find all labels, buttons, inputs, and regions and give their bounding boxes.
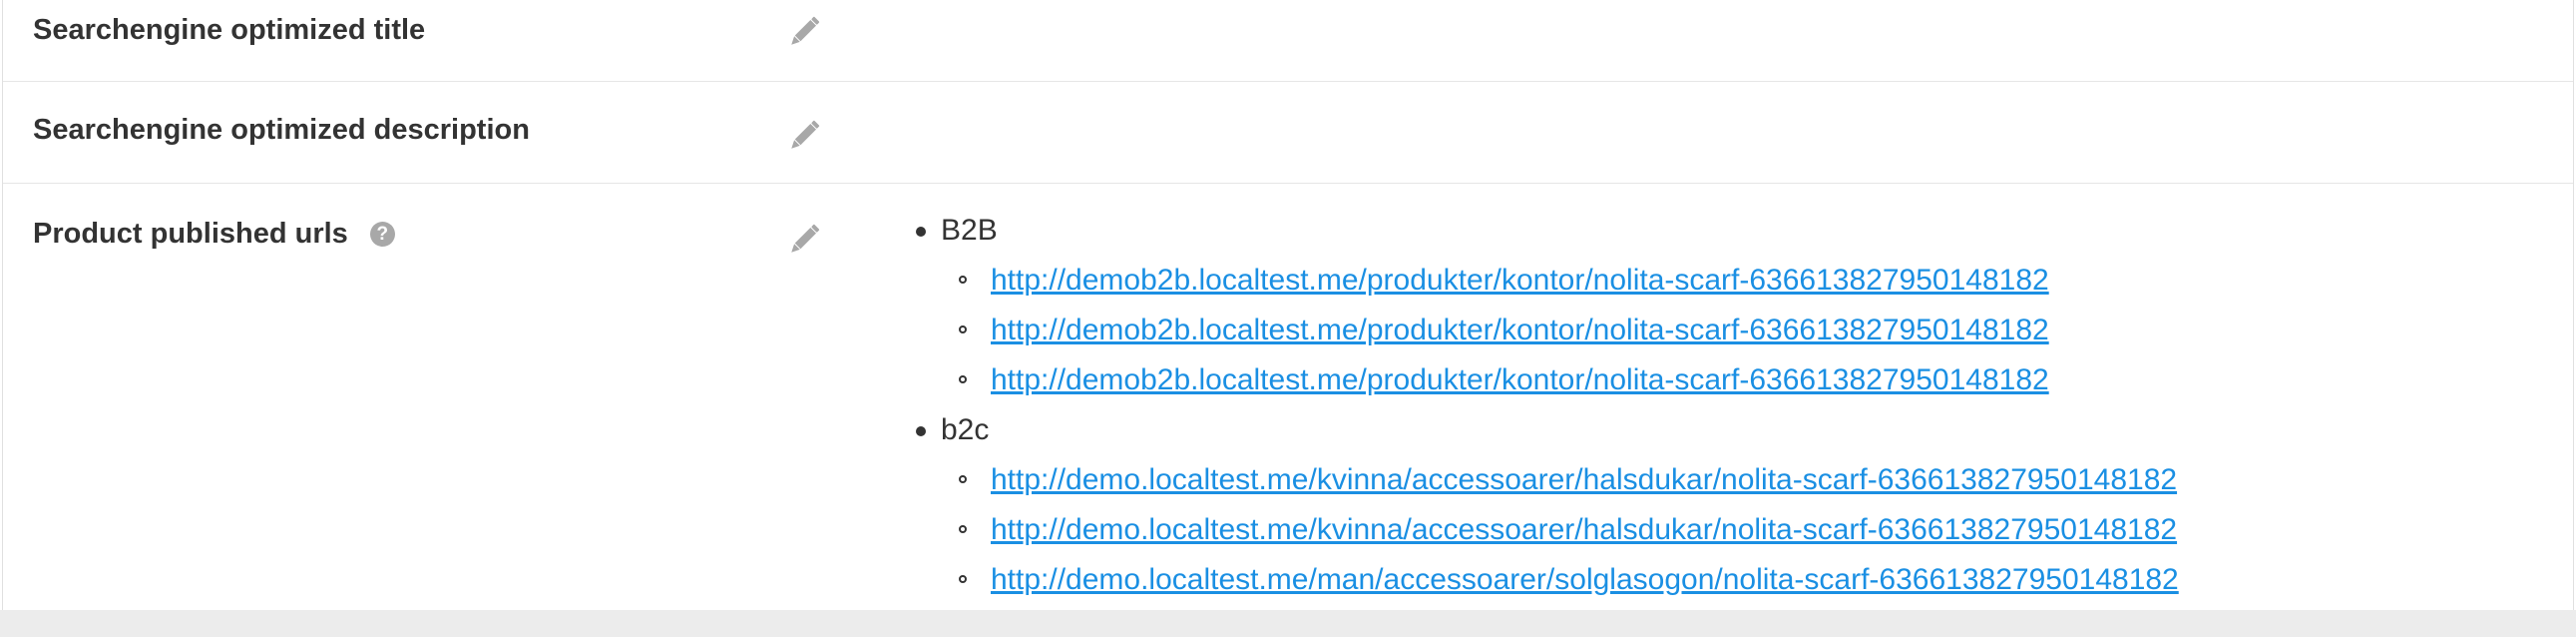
list-item: http://demo.localtest.me/kvinna/accessoa… <box>911 455 2179 505</box>
url-group-title: B2B <box>911 206 2179 256</box>
pencil-icon[interactable] <box>784 220 824 260</box>
published-urls-list: B2B http://demob2b.localtest.me/produkte… <box>911 206 2179 605</box>
url-link[interactable]: http://demob2b.localtest.me/produkter/ko… <box>991 363 2049 396</box>
url-group-title: b2c <box>911 405 2179 455</box>
pencil-icon[interactable] <box>784 116 824 156</box>
list-item: http://demob2b.localtest.me/produkter/ko… <box>911 306 2179 355</box>
field-row-published-urls: Product published urls ? B2B http://demo… <box>3 184 2573 610</box>
url-link[interactable]: http://demob2b.localtest.me/produkter/ko… <box>991 314 2049 346</box>
footer-bar <box>0 610 2576 637</box>
list-item: http://demob2b.localtest.me/produkter/ko… <box>911 256 2179 306</box>
field-label: Product published urls <box>33 218 348 250</box>
url-group-b2c: b2c http://demo.localtest.me/kvinna/acce… <box>911 405 2179 605</box>
field-row-seo-title: Searchengine optimized title <box>3 0 2573 82</box>
field-label: Searchengine optimized description <box>33 114 530 146</box>
question-circle-icon[interactable]: ? <box>369 222 395 247</box>
url-group-b2b: B2B http://demob2b.localtest.me/produkte… <box>911 206 2179 405</box>
url-link[interactable]: http://demo.localtest.me/kvinna/accessoa… <box>991 463 2177 496</box>
url-link[interactable]: http://demo.localtest.me/kvinna/accessoa… <box>991 513 2177 546</box>
url-link[interactable]: http://demo.localtest.me/man/accessoarer… <box>991 563 2179 596</box>
field-label: Searchengine optimized title <box>33 14 426 46</box>
pencil-icon[interactable] <box>784 12 824 52</box>
field-label-published-urls: Product published urls ? <box>33 218 395 251</box>
product-seo-panel: Searchengine optimized title Searchengin… <box>2 0 2574 610</box>
list-item: http://demo.localtest.me/kvinna/accessoa… <box>911 505 2179 555</box>
list-item: http://demob2b.localtest.me/produkter/ko… <box>911 355 2179 405</box>
list-item: http://demo.localtest.me/man/accessoarer… <box>911 555 2179 605</box>
field-row-seo-description: Searchengine optimized description <box>3 82 2573 184</box>
url-link[interactable]: http://demob2b.localtest.me/produkter/ko… <box>991 264 2049 297</box>
